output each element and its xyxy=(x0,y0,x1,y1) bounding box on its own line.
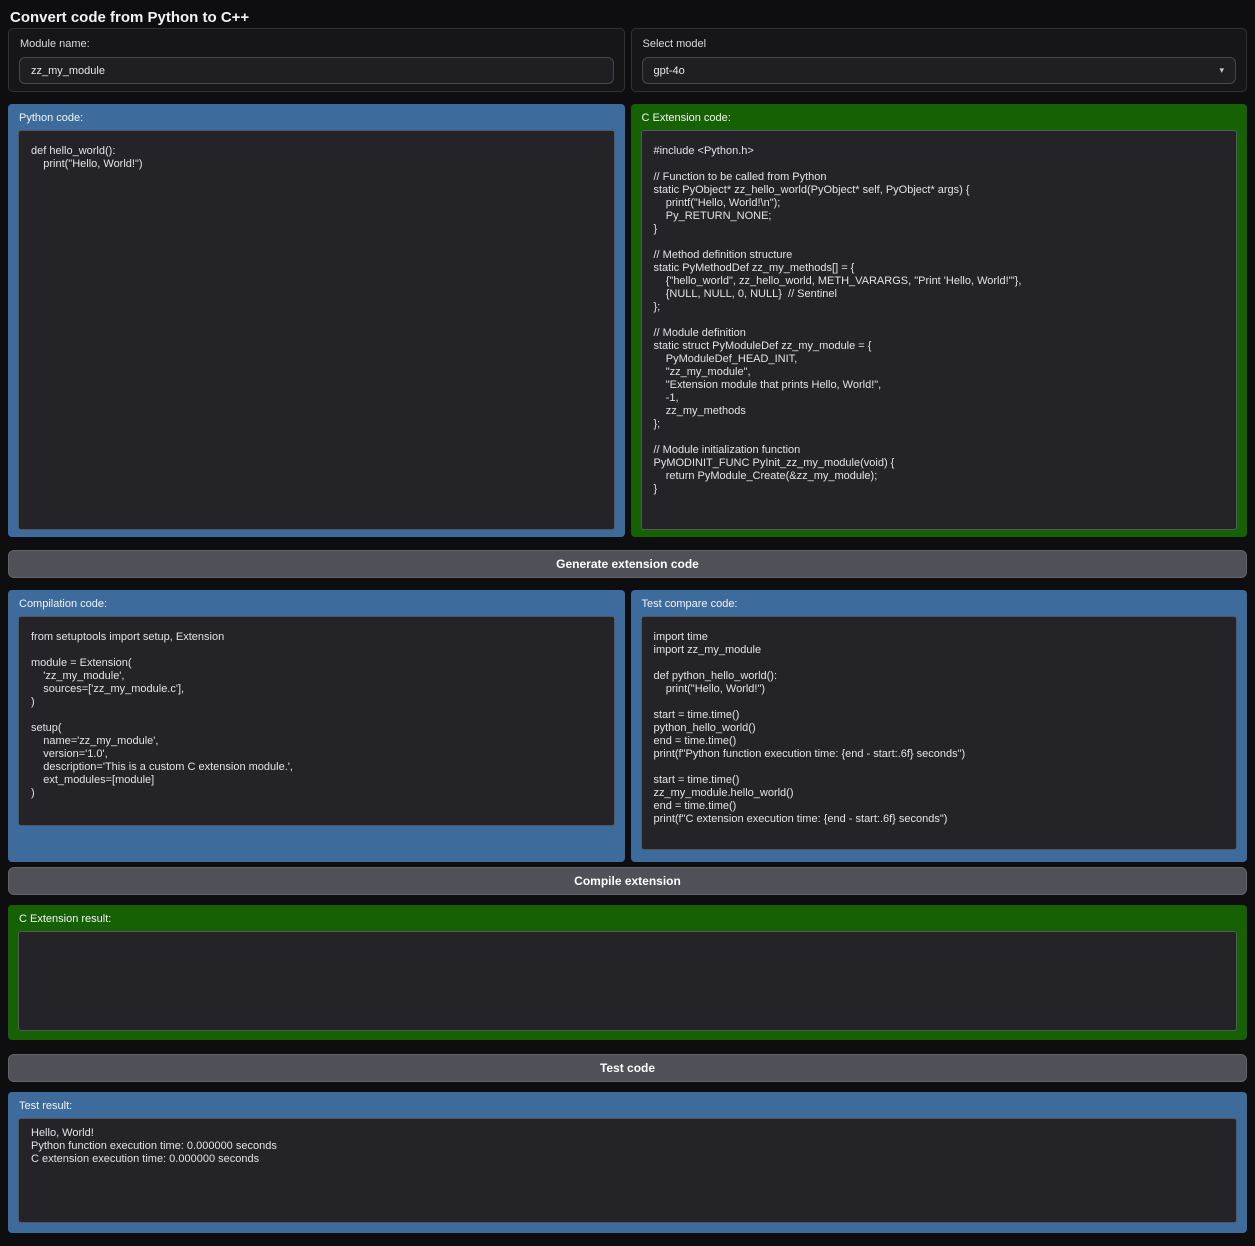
model-group: Select model gpt-4o ▾ xyxy=(631,28,1248,92)
test-result-textarea[interactable]: Hello, World! Python function execution … xyxy=(18,1118,1237,1223)
page-title: Convert code from Python to C++ xyxy=(8,0,1247,28)
test-code-button[interactable]: Test code xyxy=(8,1054,1247,1082)
model-label: Select model xyxy=(643,38,1237,50)
c-extension-result-textarea[interactable] xyxy=(18,931,1237,1031)
test-result-label: Test result: xyxy=(19,1100,1237,1112)
module-name-group: Module name: xyxy=(8,28,625,92)
c-extension-result-label: C Extension result: xyxy=(19,913,1237,925)
compile-extension-button[interactable]: Compile extension xyxy=(8,867,1247,895)
c-extension-code-textarea[interactable]: #include <Python.h> // Function to be ca… xyxy=(641,130,1238,530)
model-dropdown[interactable]: gpt-4o ▾ xyxy=(642,57,1237,84)
compilation-code-panel: Compilation code: from setuptools import… xyxy=(8,590,625,862)
compilation-code-label: Compilation code: xyxy=(19,598,615,610)
chevron-down-icon: ▾ xyxy=(1219,65,1224,76)
python-code-label: Python code: xyxy=(19,112,615,124)
c-extension-code-label: C Extension code: xyxy=(642,112,1238,124)
python-code-textarea[interactable]: def hello_world(): print("Hello, World!"… xyxy=(18,130,615,530)
compile-test-row: Compilation code: from setuptools import… xyxy=(8,590,1247,862)
module-name-label: Module name: xyxy=(20,38,614,50)
module-name-input[interactable] xyxy=(19,57,614,84)
test-result-panel: Test result: Hello, World! Python functi… xyxy=(8,1092,1247,1233)
test-compare-code-panel: Test compare code: import time import zz… xyxy=(631,590,1248,862)
c-extension-code-panel: C Extension code: #include <Python.h> //… xyxy=(631,104,1248,537)
test-compare-code-textarea[interactable]: import time import zz_my_module def pyth… xyxy=(641,616,1238,850)
code-row: Python code: def hello_world(): print("H… xyxy=(8,104,1247,537)
c-extension-result-panel: C Extension result: xyxy=(8,905,1247,1040)
model-dropdown-value: gpt-4o xyxy=(654,65,685,77)
test-compare-code-label: Test compare code: xyxy=(642,598,1238,610)
python-code-panel: Python code: def hello_world(): print("H… xyxy=(8,104,625,537)
compilation-code-textarea[interactable]: from setuptools import setup, Extension … xyxy=(18,616,615,826)
controls-row: Module name: Select model gpt-4o ▾ xyxy=(8,28,1247,92)
generate-extension-code-button[interactable]: Generate extension code xyxy=(8,550,1247,578)
